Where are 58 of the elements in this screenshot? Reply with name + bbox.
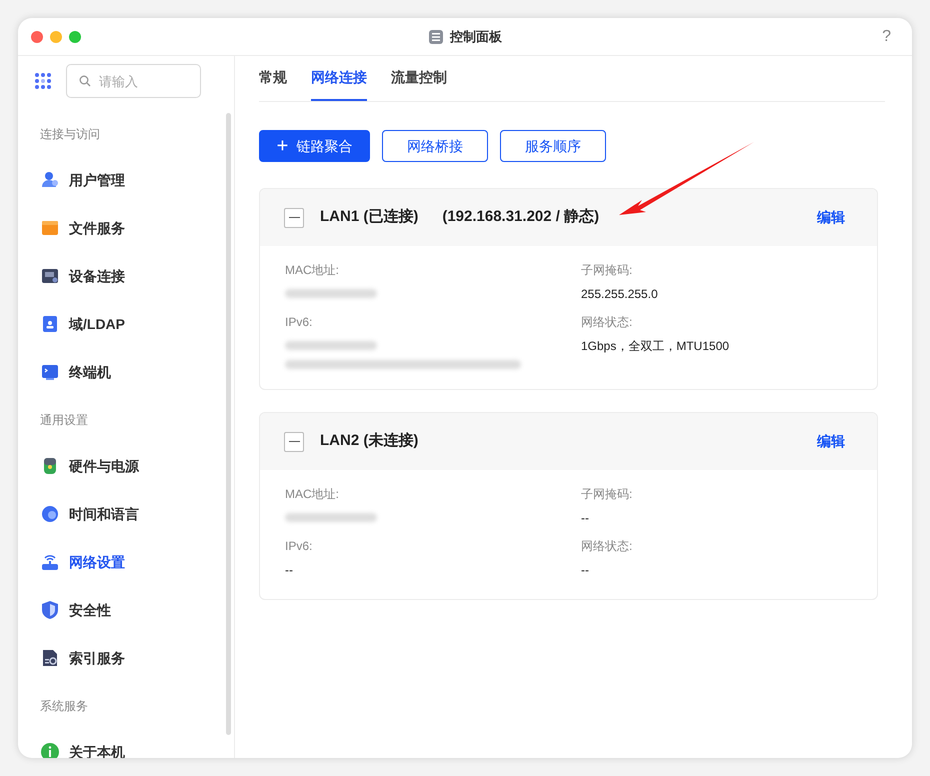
field-value: -- [285,562,294,579]
interface-title: LAN1 (已连接) [320,207,418,228]
section-heading: 连接与访问 [39,126,101,143]
maximize-button[interactable] [69,30,81,42]
folder-icon [40,218,60,238]
tab[interactable]: 常规 [259,55,287,101]
sidebar-item[interactable]: 安全性 [18,586,220,634]
sidebar-item[interactable]: 网络设置 [18,538,220,586]
link-aggregation-button[interactable]: + 链路聚合 [259,130,370,162]
interface-address: (192.168.31.202 / 静态) [442,207,600,228]
field-label: 子网掩码: [581,262,634,279]
edit-link[interactable]: 编辑 [817,431,845,452]
field-label: 子网掩码: [581,486,634,503]
section-heading: 通用设置 [39,412,89,429]
action-button[interactable]: 服务顺序 [500,130,606,162]
sidebar-item[interactable]: 设备连接 [18,252,220,300]
tab[interactable]: 网络连接 [311,55,367,101]
sidebar-item[interactable]: 终端机 [18,348,220,396]
edit-link[interactable]: 编辑 [817,207,845,228]
field-value: -- [581,510,590,527]
router-icon [40,552,60,572]
device-icon [40,266,60,286]
collapse-toggle[interactable] [284,432,304,452]
control-panel-icon [428,28,444,44]
sidebar-item[interactable]: 时间和语言 [18,490,220,538]
close-button[interactable] [31,30,43,42]
field-label: MAC地址: [285,486,340,503]
window-title: 控制面板 [450,28,502,46]
users-icon [40,170,60,190]
document-search-icon [40,648,60,668]
globe-icon [40,504,60,524]
field-label: IPv6: [285,538,314,555]
shield-icon [40,600,60,620]
minimize-button[interactable] [50,30,62,42]
field-label: IPv6: [285,314,314,331]
id-card-icon [40,314,60,334]
field-value: 1Gbps，全双工，MTU1500 [581,338,730,355]
field-label: 网络状态: [581,314,634,331]
action-button[interactable]: 网络桥接 [382,130,488,162]
sidebar-item[interactable]: 用户管理 [18,156,220,204]
search-icon [79,75,91,87]
sidebar-item[interactable]: 索引服务 [18,634,220,682]
section-heading: 系统服务 [39,698,89,715]
help-button[interactable]: ? [882,24,891,48]
sidebar-item[interactable]: 硬件与电源 [18,442,220,490]
field-value: -- [581,562,590,579]
interface-title: LAN2 (未连接) [320,431,418,452]
field-label: MAC地址: [285,262,340,279]
scrollbar[interactable] [226,113,231,735]
sidebar-item[interactable]: 域/LDAP [18,300,220,348]
apps-grid-icon[interactable] [34,72,52,90]
search-field[interactable]: 请输入 [66,64,201,98]
field-label: 网络状态: [581,538,634,555]
terminal-icon [40,362,60,382]
collapse-toggle[interactable] [284,208,304,228]
tab[interactable]: 流量控制 [391,55,447,101]
sidebar-item[interactable]: 文件服务 [18,204,220,252]
field-value: 255.255.255.0 [581,286,659,303]
